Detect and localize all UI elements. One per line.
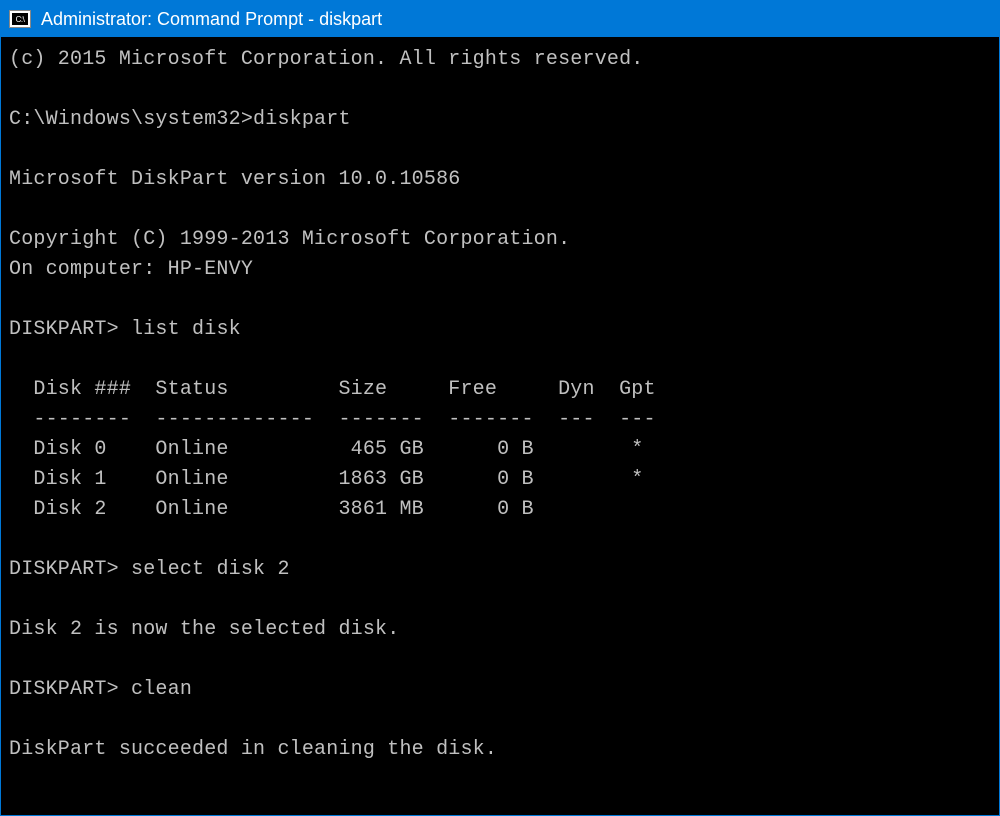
diskpart-copyright: Copyright (C) 1999-2013 Microsoft Corpor… [9,228,570,251]
titlebar[interactable]: C:\ Administrator: Command Prompt - disk… [1,1,999,37]
on-computer: On computer: HP-ENVY [9,258,253,281]
cmd-icon: C:\ [9,10,31,28]
disk-table-header: Disk ### Status Size Free Dyn Gpt [9,378,656,401]
command-diskpart: diskpart [253,108,351,131]
disk-table-row: Disk 1 Online 1863 GB 0 B * [9,468,644,491]
copyright-line: (c) 2015 Microsoft Corporation. All righ… [9,48,644,71]
cmd-list-disk: list disk [131,318,241,341]
disk-table-row: Disk 2 Online 3861 MB 0 B [9,498,534,521]
diskpart-prompt: DISKPART> [9,558,119,581]
disk-table-row: Disk 0 Online 465 GB 0 B * [9,438,644,461]
diskpart-prompt: DISKPART> [9,678,119,701]
command-prompt-window: C:\ Administrator: Command Prompt - disk… [0,0,1000,816]
clean-response: DiskPart succeeded in cleaning the disk. [9,738,497,761]
cmd-select-disk: select disk 2 [131,558,290,581]
disk-table-divider: -------- ------------- ------- ------- -… [9,408,656,431]
prompt-path: C:\Windows\system32> [9,108,253,131]
cmd-clean: clean [131,678,192,701]
diskpart-prompt: DISKPART> [9,318,119,341]
terminal-output[interactable]: (c) 2015 Microsoft Corporation. All righ… [1,37,999,769]
window-title: Administrator: Command Prompt - diskpart [41,9,382,30]
select-response: Disk 2 is now the selected disk. [9,618,399,641]
diskpart-version: Microsoft DiskPart version 10.0.10586 [9,168,460,191]
cmd-icon-label: C:\ [12,13,28,25]
